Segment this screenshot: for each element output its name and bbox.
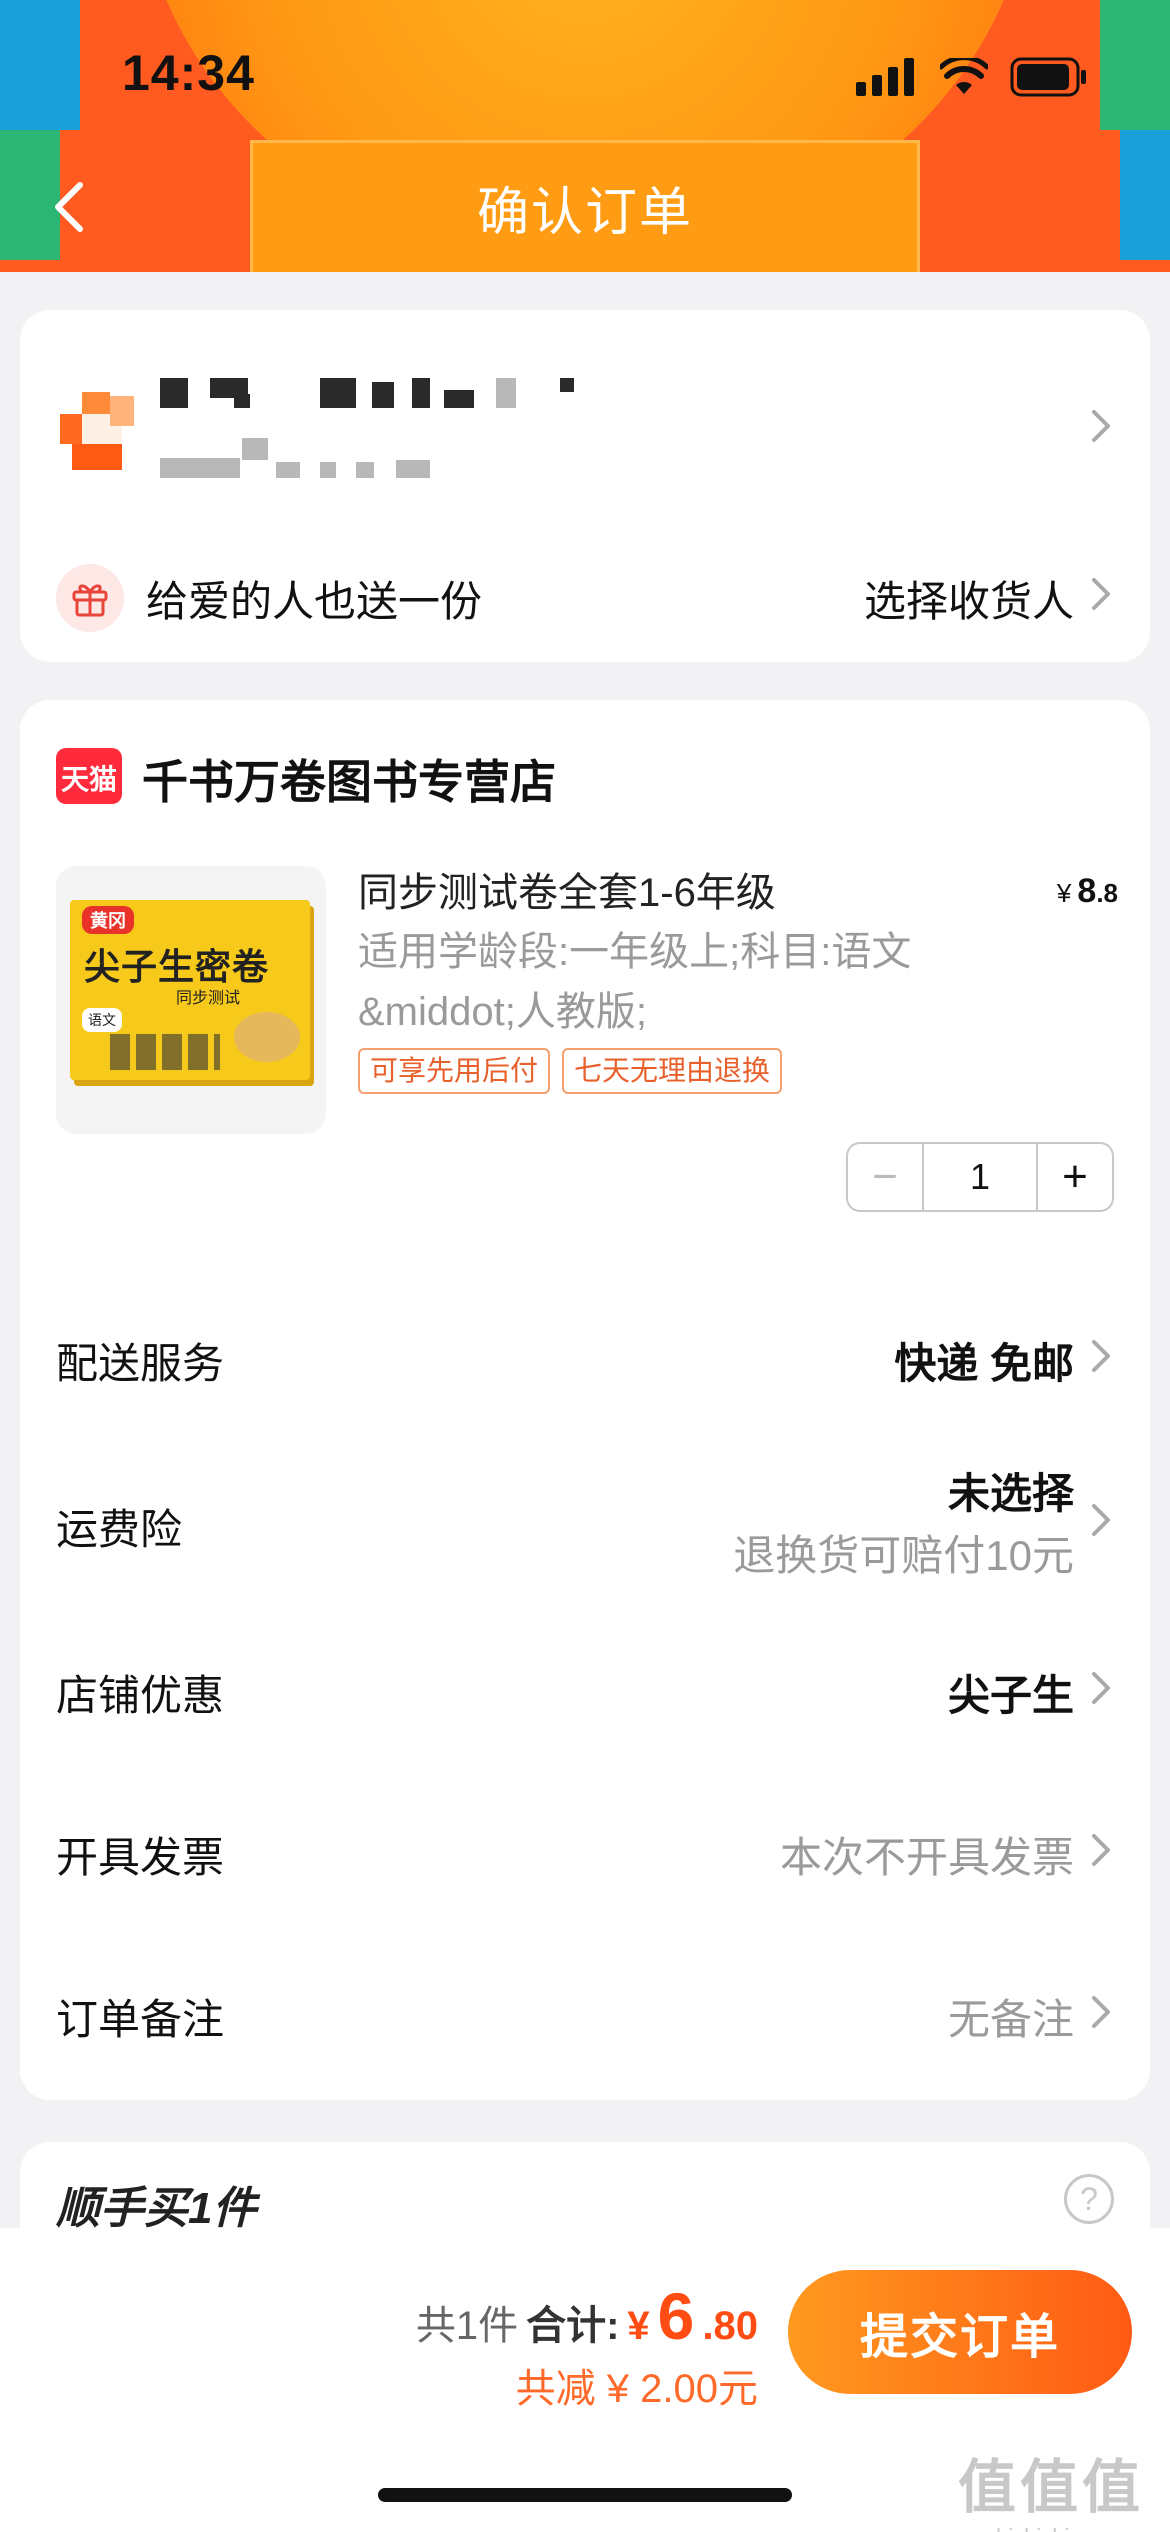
- watermark-logo: 值值值: [957, 2455, 1144, 2520]
- product-image[interactable]: 黄冈 尖子生密卷 同步测试 语文: [56, 866, 326, 1134]
- chevron-right-icon: [1092, 1504, 1110, 1536]
- book-grid-decor: [110, 1034, 220, 1070]
- insurance-label: 运费险: [56, 1506, 183, 1553]
- help-icon[interactable]: ?: [1064, 2174, 1114, 2224]
- gift-row[interactable]: 给爱的人也送一份 选择收货人: [20, 530, 1150, 662]
- insurance-sub: 退换货可赔付10元: [733, 1532, 1074, 1579]
- status-time: 14:34: [122, 45, 255, 101]
- invoice-value: 本次不开具发票: [779, 1834, 1074, 1881]
- total-line: 共1件 合计: ¥6.80: [416, 2278, 758, 2354]
- watermark: 值值值 zhizhizhi.com: [958, 2440, 1144, 2532]
- tag-seven-day-return: 七天无理由退换: [562, 1048, 783, 1094]
- gift-icon: [56, 564, 124, 632]
- total-currency: ¥: [627, 2304, 650, 2348]
- product-title[interactable]: 同步测试卷全套1-6年级: [358, 860, 776, 918]
- chevron-right-icon: [1092, 578, 1110, 610]
- invoice-row[interactable]: 开具发票 本次不开具发票: [20, 1824, 1150, 1924]
- shop-coupon-row[interactable]: 店铺优惠 尖子生: [20, 1662, 1150, 1762]
- address-card: 给爱的人也送一份 选择收货人: [20, 310, 1150, 662]
- wifi-icon: [940, 58, 988, 94]
- quantity-stepper: − 1 +: [846, 1142, 1114, 1212]
- gift-text: 给爱的人也送一份: [146, 578, 483, 625]
- item-count: 共1件: [415, 2304, 519, 2348]
- tmall-logo: 天猫: [56, 748, 122, 804]
- chevron-right-icon: [1092, 1834, 1110, 1866]
- watermark-url: zhizhizhi.com: [958, 2524, 1144, 2532]
- book-cover: 黄冈 尖子生密卷 同步测试 语文: [70, 900, 310, 1080]
- delivery-label: 配送服务: [56, 1340, 225, 1387]
- coupon-value: 尖子生: [947, 1672, 1074, 1719]
- quantity-value[interactable]: 1: [924, 1144, 1036, 1210]
- order-remark-row[interactable]: 订单备注 无备注: [20, 1986, 1150, 2086]
- shipping-insurance-row[interactable]: 运费险 未选择 退换货可赔付10元: [20, 1460, 1150, 1600]
- total-label: 合计:: [526, 2304, 620, 2348]
- page-title: 确认订单: [476, 184, 693, 242]
- book-subtitle: 同步测试: [176, 990, 241, 1007]
- discount-text: 共减 ¥ 2.00元: [515, 2367, 758, 2411]
- header-decor: [1100, 0, 1170, 130]
- address-location-icon: [60, 392, 134, 470]
- remark-value: 无备注: [947, 1996, 1074, 2043]
- total-int: 6: [657, 2279, 695, 2353]
- delivery-row[interactable]: 配送服务 快递 免邮: [20, 1330, 1150, 1430]
- chevron-right-icon: [1092, 1996, 1110, 2028]
- chevron-right-icon: [1092, 1672, 1110, 1704]
- header-decor: [0, 0, 80, 130]
- header: 14:34 确认订单: [0, 0, 1170, 272]
- add-on-title: 顺手买1件: [56, 2184, 257, 2233]
- product-spec: 适用学龄段:一年级上;科目:语文&middot;人教版;: [358, 930, 912, 1034]
- book-island-decor: [234, 1012, 300, 1062]
- total-decimal: .80: [702, 2304, 758, 2348]
- battery-icon: [1010, 57, 1086, 97]
- price-currency: ¥: [1056, 878, 1072, 908]
- increase-button[interactable]: +: [1036, 1144, 1112, 1210]
- decrease-button[interactable]: −: [848, 1144, 924, 1210]
- chevron-right-icon: [1092, 1340, 1110, 1372]
- select-receiver-link[interactable]: 选择收货人: [864, 568, 1074, 629]
- price-decimal: .8: [1096, 878, 1118, 908]
- invoice-label: 开具发票: [56, 1834, 225, 1881]
- shop-name[interactable]: 千书万卷图书专营店: [142, 746, 556, 812]
- signal-icon: [856, 58, 914, 96]
- address-row[interactable]: [20, 310, 1150, 530]
- order-card: 天猫 千书万卷图书专营店 黄冈 尖子生密卷 同步测试 语文 同步测试卷全套1-6…: [20, 700, 1150, 2100]
- submit-order-button[interactable]: 提交订单: [788, 2270, 1132, 2394]
- product-tags: 可享先用后付 七天无理由退换: [358, 1048, 783, 1094]
- status-icons: [856, 52, 1088, 102]
- delivery-value: 快递 免邮: [894, 1340, 1074, 1387]
- price-int: 8: [1077, 872, 1097, 910]
- tag-pay-later: 可享先用后付: [358, 1048, 551, 1094]
- insurance-value: 未选择: [947, 1470, 1074, 1517]
- chevron-right-icon: [1092, 410, 1110, 442]
- product-price: ¥8.8: [1057, 872, 1118, 911]
- book-subject: 语文: [82, 1008, 122, 1032]
- book-brand: 黄冈: [82, 906, 134, 934]
- remark-label: 订单备注: [56, 1996, 225, 2043]
- home-indicator: [378, 2488, 792, 2502]
- book-title: 尖子生密卷: [84, 946, 270, 987]
- coupon-label: 店铺优惠: [56, 1672, 225, 1719]
